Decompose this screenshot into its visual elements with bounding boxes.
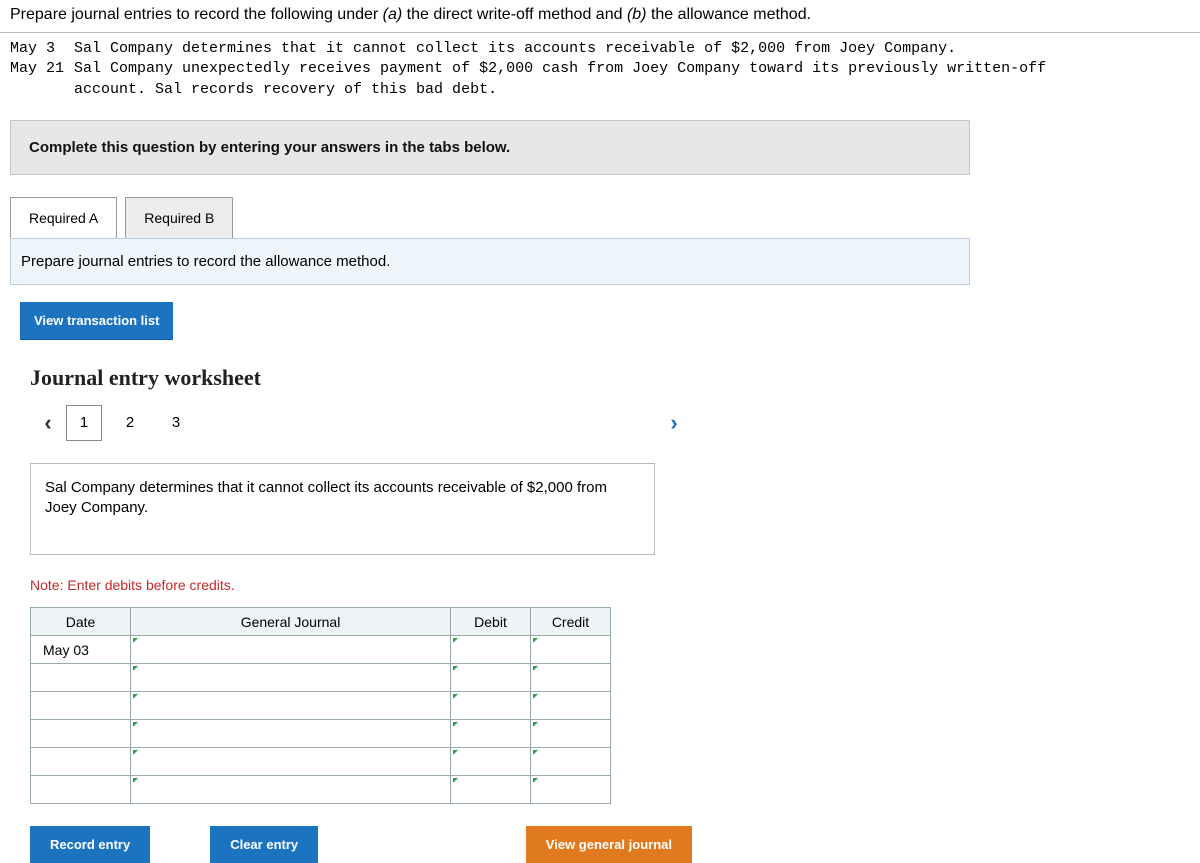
table-row	[31, 748, 611, 776]
view-transaction-list-button[interactable]: View transaction list	[20, 302, 173, 339]
part-b-label: (b)	[627, 6, 647, 23]
dropdown-indicator-icon	[133, 722, 138, 727]
col-credit: Credit	[531, 608, 611, 636]
col-date: Date	[31, 608, 131, 636]
dropdown-indicator-icon	[133, 694, 138, 699]
general-journal-cell[interactable]	[131, 636, 451, 664]
debit-cell[interactable]	[451, 692, 531, 720]
credit-cell[interactable]	[531, 720, 611, 748]
date-cell[interactable]: May 03	[31, 636, 131, 664]
tab-instruction-strip: Prepare journal entries to record the al…	[10, 238, 970, 285]
event-date: May 21	[10, 59, 70, 79]
record-entry-button[interactable]: Record entry	[30, 826, 150, 863]
general-journal-cell[interactable]	[131, 748, 451, 776]
dropdown-indicator-icon	[453, 638, 458, 643]
table-row	[31, 720, 611, 748]
date-value: May 03	[31, 642, 89, 658]
event-text: Sal Company unexpectedly receives paymen…	[70, 59, 1046, 79]
credits-note: Note: Enter debits before credits.	[30, 577, 1200, 593]
complete-instruction-bar: Complete this question by entering your …	[10, 120, 970, 175]
part-b-text: the allowance method.	[647, 6, 812, 23]
tab-required-a[interactable]: Required A	[10, 197, 117, 239]
credit-cell[interactable]	[531, 664, 611, 692]
table-row	[31, 776, 611, 804]
clear-entry-button[interactable]: Clear entry	[210, 826, 318, 863]
debit-cell[interactable]	[451, 664, 531, 692]
worksheet-buttons: Record entry Clear entry View general jo…	[30, 826, 692, 863]
question-intro: Prepare journal entries to record the fo…	[0, 0, 1200, 32]
step-1[interactable]: 1	[66, 405, 102, 441]
prev-step-icon[interactable]: ‹	[30, 405, 66, 441]
date-cell[interactable]	[31, 776, 131, 804]
step-navigation: ‹ 1 2 3 ›	[30, 405, 692, 441]
event-text: Sal Company determines that it cannot co…	[70, 39, 956, 59]
part-a-text: the direct write-off method and	[402, 6, 627, 23]
dropdown-indicator-icon	[533, 694, 538, 699]
general-journal-cell[interactable]	[131, 664, 451, 692]
dropdown-indicator-icon	[453, 750, 458, 755]
dropdown-indicator-icon	[533, 638, 538, 643]
general-journal-cell[interactable]	[131, 720, 451, 748]
dropdown-indicator-icon	[533, 750, 538, 755]
date-cell[interactable]	[31, 748, 131, 776]
required-tabs: Required A Required B	[10, 197, 1200, 239]
transaction-description: Sal Company determines that it cannot co…	[30, 463, 655, 556]
date-cell[interactable]	[31, 720, 131, 748]
intro-prefix: Prepare journal entries to record the fo…	[10, 6, 383, 23]
dropdown-indicator-icon	[133, 778, 138, 783]
dropdown-indicator-icon	[453, 666, 458, 671]
table-row	[31, 692, 611, 720]
transaction-list: May 3 Sal Company determines that it can…	[0, 33, 1200, 106]
date-cell[interactable]	[31, 692, 131, 720]
event-text: account. Sal records recovery of this ba…	[70, 80, 497, 100]
step-3[interactable]: 3	[158, 405, 194, 441]
dropdown-indicator-icon	[533, 666, 538, 671]
dropdown-indicator-icon	[533, 722, 538, 727]
event-date	[10, 80, 70, 100]
debit-cell[interactable]	[451, 748, 531, 776]
next-step-icon[interactable]: ›	[656, 405, 692, 441]
debit-cell[interactable]	[451, 636, 531, 664]
date-cell[interactable]	[31, 664, 131, 692]
worksheet-title: Journal entry worksheet	[30, 365, 1200, 391]
step-2[interactable]: 2	[112, 405, 148, 441]
dropdown-indicator-icon	[133, 638, 138, 643]
credit-cell[interactable]	[531, 692, 611, 720]
table-row	[31, 664, 611, 692]
general-journal-cell[interactable]	[131, 692, 451, 720]
dropdown-indicator-icon	[453, 778, 458, 783]
dropdown-indicator-icon	[133, 666, 138, 671]
dropdown-indicator-icon	[533, 778, 538, 783]
journal-entry-table: Date General Journal Debit Credit May 03	[30, 607, 611, 804]
dropdown-indicator-icon	[453, 694, 458, 699]
col-general-journal: General Journal	[131, 608, 451, 636]
credit-cell[interactable]	[531, 776, 611, 804]
debit-cell[interactable]	[451, 720, 531, 748]
general-journal-cell[interactable]	[131, 776, 451, 804]
event-date: May 3	[10, 39, 70, 59]
dropdown-indicator-icon	[453, 722, 458, 727]
debit-cell[interactable]	[451, 776, 531, 804]
dropdown-indicator-icon	[133, 750, 138, 755]
view-general-journal-button[interactable]: View general journal	[526, 826, 692, 863]
table-row: May 03	[31, 636, 611, 664]
tab-required-b[interactable]: Required B	[125, 197, 233, 239]
credit-cell[interactable]	[531, 748, 611, 776]
credit-cell[interactable]	[531, 636, 611, 664]
col-debit: Debit	[451, 608, 531, 636]
part-a-label: (a)	[383, 6, 403, 23]
